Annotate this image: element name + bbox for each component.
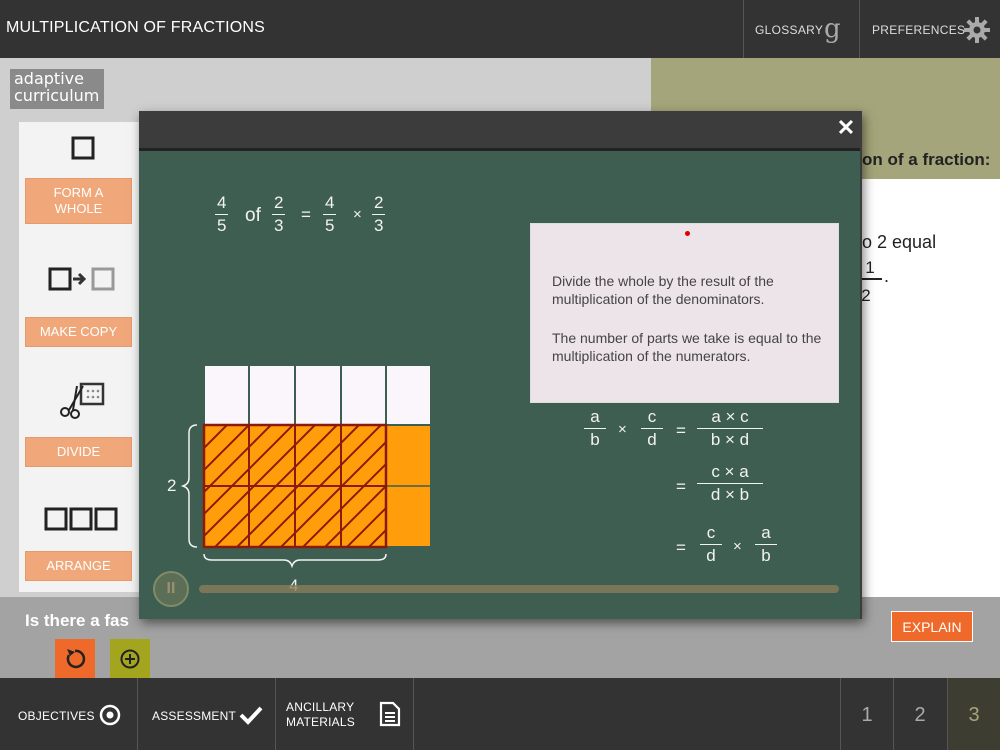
- formula-c-d: cd: [641, 407, 663, 450]
- square-icon: [71, 136, 95, 160]
- glossary-g-icon: g: [824, 14, 841, 44]
- bottom-bar: OBJECTIVES ASSESSMENT ANCILLARY MATERIAL…: [0, 678, 1000, 750]
- formula-den: b: [761, 546, 771, 565]
- preferences-button[interactable]: PREFERENCES: [860, 0, 1000, 58]
- video-modal: ✕ 45 of 23 = 45 × 23 Divide the whole by…: [139, 111, 862, 619]
- tool-panel: FORM A WHOLE MAKE COPY DIVIDE ARRANGE: [19, 122, 139, 592]
- target-icon: [99, 704, 121, 726]
- eq-equals: =: [301, 205, 311, 224]
- form-a-whole-button[interactable]: FORM A WHOLE: [25, 178, 132, 224]
- formula-den: d: [647, 430, 657, 449]
- logo-line1: adaptive: [14, 69, 84, 88]
- formula-a-b: ab: [584, 407, 606, 450]
- assessment-button[interactable]: ASSESSMENT: [138, 678, 275, 750]
- pause-button[interactable]: II: [153, 571, 189, 607]
- gear-icon: [964, 17, 990, 43]
- formula-r2: c × ad × b: [697, 462, 763, 505]
- eq-den: 5: [217, 216, 227, 235]
- arrange-icon: [44, 507, 118, 531]
- formula-num: a: [755, 523, 777, 545]
- ancillary-materials-button[interactable]: ANCILLARY MATERIALS: [276, 678, 413, 750]
- fraction-grid: [180, 364, 432, 569]
- eq-frac-4-5-b: 45: [323, 193, 337, 236]
- assessment-label: ASSESSMENT: [152, 709, 237, 723]
- top-bar: MULTIPLICATION OF FRACTIONS GLOSSARY g P…: [0, 0, 1000, 58]
- copy-icon: [48, 267, 115, 291]
- formula-num: a × c: [697, 407, 763, 429]
- ancillary-label-line1: ANCILLARY: [286, 700, 355, 714]
- arrange-button[interactable]: ARRANGE: [25, 551, 132, 581]
- formula-r1: a × cb × d: [697, 407, 763, 450]
- divide-button[interactable]: DIVIDE: [25, 437, 132, 467]
- objectives-label: OBJECTIVES: [18, 709, 95, 723]
- objectives-button[interactable]: OBJECTIVES: [0, 678, 137, 750]
- formula-den: b × d: [710, 430, 750, 449]
- note-paragraph-1: Divide the whole by the result of the mu…: [552, 273, 774, 307]
- ancillary-label-line2: MATERIALS: [286, 715, 355, 729]
- question-text: Is there a fas: [25, 611, 129, 630]
- formula-r3-c-d: cd: [700, 523, 722, 566]
- formula-den: d × b: [710, 485, 750, 504]
- eq-num: 2: [272, 193, 286, 215]
- add-button[interactable]: [110, 639, 150, 679]
- glossary-button[interactable]: GLOSSARY g: [744, 0, 859, 58]
- note-paragraph-2: The number of parts we take is equal to …: [552, 330, 822, 364]
- scissors-icon: [60, 382, 105, 419]
- eq-den: 3: [374, 216, 384, 235]
- preferences-label: PREFERENCES: [872, 23, 966, 37]
- content-text: o 2 equal: [862, 232, 937, 252]
- formula-equals: =: [676, 421, 686, 440]
- progress-bar[interactable]: [199, 585, 839, 593]
- checkmark-icon: [239, 706, 263, 725]
- content-period: .: [884, 266, 890, 286]
- content-heading: on of a fraction:: [862, 150, 991, 169]
- eq-frac-2-3: 23: [272, 193, 286, 236]
- eq-frac-2-3-b: 23: [372, 193, 386, 236]
- formula-num: c × a: [697, 462, 763, 484]
- page-title: MULTIPLICATION OF FRACTIONS: [6, 19, 266, 36]
- logo: adaptive curriculum: [10, 69, 104, 109]
- grid-row-label: 2: [167, 476, 177, 495]
- formula-num: a: [584, 407, 606, 429]
- formula-times: ×: [733, 538, 742, 555]
- close-button[interactable]: ✕: [836, 117, 856, 139]
- glossary-label: GLOSSARY: [755, 23, 824, 37]
- eq-den: 3: [274, 216, 284, 235]
- page-2-button[interactable]: 2: [894, 704, 946, 727]
- eq-frac-4-5: 45: [215, 193, 229, 236]
- eq-num: 4: [215, 193, 229, 215]
- formula-times: ×: [618, 421, 627, 438]
- pin-dot: [685, 231, 690, 236]
- chalkboard: 45 of 23 = 45 × 23 Divide the whole by t…: [139, 148, 860, 619]
- document-icon: [379, 701, 401, 727]
- formula-r3-a-b: ab: [755, 523, 777, 566]
- eq-den: 5: [325, 216, 335, 235]
- logo-line2: curriculum: [14, 86, 100, 105]
- page-1-button[interactable]: 1: [841, 704, 893, 727]
- divider: [413, 678, 414, 750]
- eq-of: of: [245, 205, 261, 226]
- formula-equals: =: [676, 477, 686, 496]
- formula-den: b: [590, 430, 600, 449]
- reset-icon: [66, 649, 86, 669]
- formula-den: d: [706, 546, 716, 565]
- eq-num: 2: [372, 193, 386, 215]
- explain-button[interactable]: EXPLAIN: [891, 611, 973, 642]
- eq-times: ×: [353, 206, 362, 223]
- add-circle-icon: [120, 649, 140, 669]
- eq-num: 4: [323, 193, 337, 215]
- page-3-label: 3: [968, 704, 980, 726]
- formula-num: c: [700, 523, 722, 545]
- formula-num: c: [641, 407, 663, 429]
- reset-button[interactable]: [55, 639, 95, 679]
- make-copy-button[interactable]: MAKE COPY: [25, 317, 132, 347]
- explanation-note: Divide the whole by the result of the mu…: [530, 223, 839, 403]
- formula-equals: =: [676, 538, 686, 557]
- page-3-button-active[interactable]: 3: [948, 678, 1000, 750]
